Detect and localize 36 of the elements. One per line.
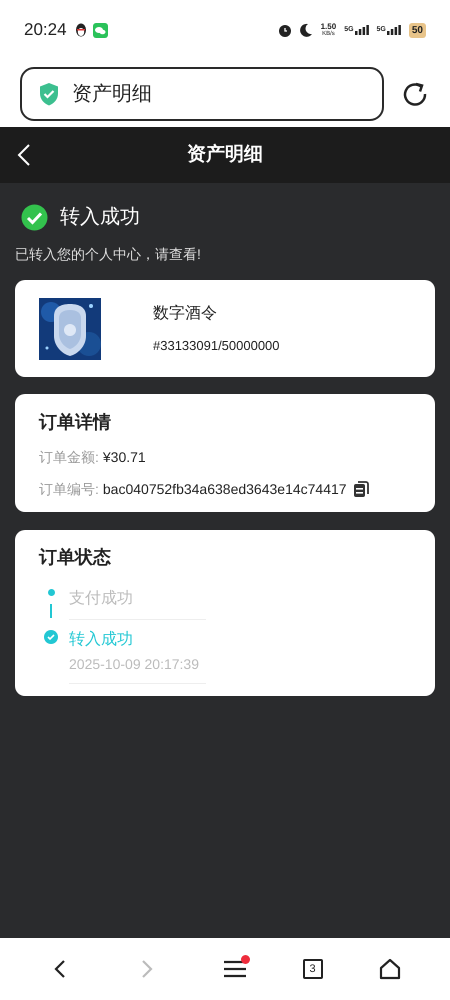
step-time: 2025-10-09 20:17:39 bbox=[69, 655, 200, 674]
asset-name: 数字酒令 bbox=[153, 304, 218, 324]
field-value: ¥30.71 bbox=[102, 448, 146, 467]
asset-serial: #33133091/50000000 bbox=[153, 336, 280, 355]
alarm-icon bbox=[276, 22, 293, 38]
field-label: 订单金额: bbox=[39, 448, 99, 467]
reload-icon bbox=[402, 80, 428, 106]
penguin-icon bbox=[74, 23, 87, 37]
back-icon bbox=[54, 959, 66, 979]
result-message: 已转入您的个人中心，请查看! bbox=[15, 245, 201, 264]
success-check-icon bbox=[21, 204, 48, 230]
network-speed: 1.50 bbox=[320, 23, 336, 31]
page-title: 资产明细 bbox=[72, 82, 152, 106]
section-title: 订单状态 bbox=[39, 546, 111, 569]
address-bar[interactable]: 资产明细 bbox=[20, 66, 384, 120]
battery-level: 50 bbox=[408, 22, 426, 38]
moon-icon bbox=[298, 23, 313, 37]
signal-icon bbox=[386, 25, 401, 36]
menu-icon bbox=[224, 960, 246, 978]
section-title: 订单详情 bbox=[39, 411, 111, 434]
copy-button[interactable] bbox=[352, 481, 369, 498]
field-label: 订单编号: bbox=[39, 480, 99, 499]
step-label: 转入成功 bbox=[69, 630, 134, 650]
tabs-button[interactable]: 3 bbox=[302, 959, 323, 979]
forward-icon bbox=[141, 959, 154, 979]
back-icon bbox=[17, 143, 31, 167]
step-label: 支付成功 bbox=[69, 588, 134, 609]
clock-time: 20:24 bbox=[24, 19, 67, 42]
signal-icon bbox=[354, 25, 369, 36]
home-icon bbox=[379, 958, 402, 980]
chat-app-icon bbox=[92, 22, 108, 38]
field-value: bac040752fb34a638ed3643e14c74417 bbox=[102, 480, 347, 499]
shield-check-icon bbox=[38, 82, 60, 106]
header-title: 资产明细 bbox=[187, 142, 263, 167]
copy-icon bbox=[352, 481, 369, 498]
result-title: 转入成功 bbox=[60, 205, 140, 230]
